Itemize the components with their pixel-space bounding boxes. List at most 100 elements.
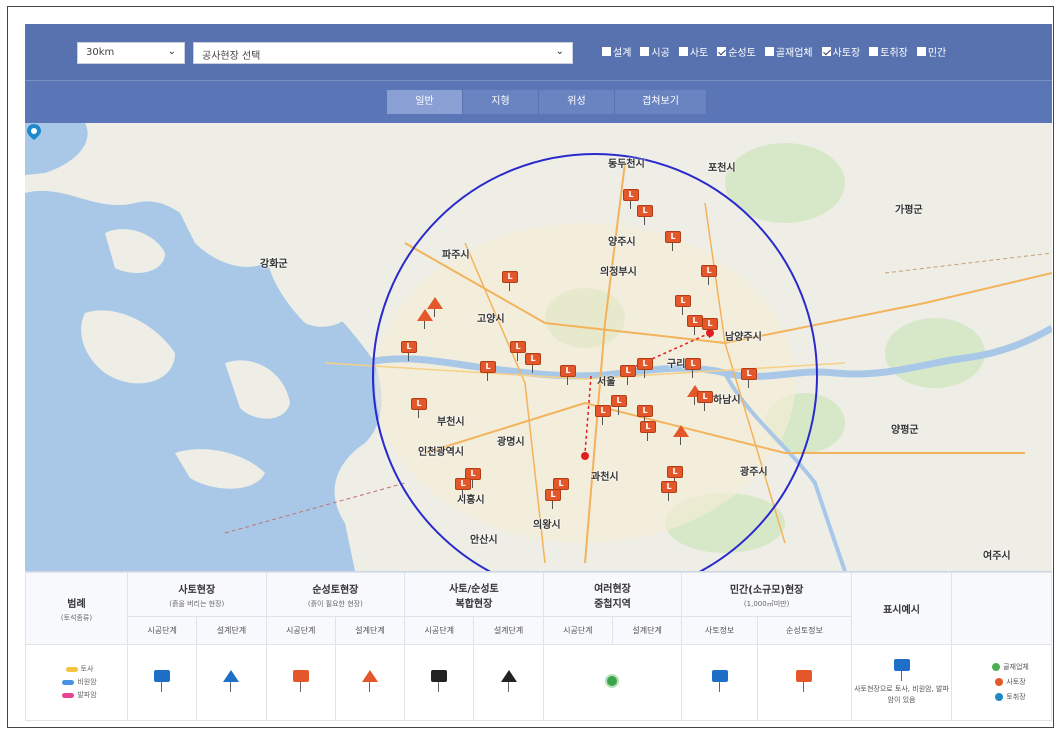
site-marker[interactable]	[673, 425, 689, 445]
site-marker[interactable]: L	[510, 341, 526, 361]
mixed-construction-icon	[431, 670, 448, 692]
soil-swatch-icon	[65, 666, 78, 672]
site-marker[interactable]: L	[637, 358, 653, 378]
fill-construction-icon	[292, 670, 309, 692]
map-view[interactable]: 동두천시 포천시 가평군 양주시 의정부시 파주시 강화군 고양시 남양주시 구…	[25, 123, 1052, 571]
filter-checkbox[interactable]: 민간	[916, 44, 946, 59]
filter-checkbox[interactable]: 순성토	[717, 44, 756, 59]
place-type-item: 사토장	[970, 675, 1051, 690]
center-label: 서울	[597, 377, 616, 388]
checkbox-icon[interactable]	[869, 47, 879, 56]
site-marker[interactable]: L	[741, 368, 757, 388]
site-marker[interactable]: L	[640, 421, 656, 441]
site-marker[interactable]: L	[595, 405, 611, 425]
site-select[interactable]: 공사현장 선택 ⌄	[193, 42, 573, 64]
site-marker[interactable]: L	[661, 481, 677, 501]
site-marker[interactable]: L	[545, 489, 561, 509]
site-marker[interactable]: L	[701, 265, 717, 285]
checkbox-icon[interactable]	[640, 47, 650, 56]
map-base	[25, 123, 1052, 571]
legend-phase-label: 시공단계	[126, 616, 198, 645]
dump-design-icon	[223, 670, 240, 692]
private-dump-icon	[711, 670, 728, 692]
tab-map-type[interactable]: 지형	[463, 90, 539, 114]
legend-group-title: 여러현장	[594, 583, 631, 595]
example-marker-icon	[893, 659, 910, 681]
checkbox-icon[interactable]	[916, 47, 926, 56]
mixed-design-icon	[500, 670, 517, 692]
place-type-label: 토취장	[1006, 693, 1026, 701]
example-text: 사토현장으로 토사, 비원암, 발파암이 있음	[854, 685, 949, 704]
map-type-tabs: 일반 지형 위성 겹쳐보기	[387, 90, 707, 114]
city-label: 하남시	[713, 395, 741, 406]
legend-phase-label: 순성토정보	[756, 616, 853, 645]
legend-phase-label: 설계단계	[196, 616, 267, 645]
city-label: 고양시	[477, 314, 505, 325]
site-marker[interactable]: L	[455, 478, 471, 498]
filter-checkbox[interactable]: 토취장	[869, 44, 908, 59]
site-marker[interactable]: L	[687, 315, 703, 335]
checkbox-icon[interactable]	[717, 47, 727, 56]
checkbox-icon[interactable]	[602, 47, 611, 56]
legend-group-sub: (1,000㎥미만)	[743, 599, 790, 608]
site-select-placeholder: 공사현장 선택	[202, 51, 261, 62]
center-pin-icon[interactable]	[25, 123, 43, 141]
site-marker[interactable]	[417, 309, 433, 329]
site-marker[interactable]: L	[480, 361, 496, 381]
city-label: 양평군	[891, 425, 919, 436]
checkbox-icon[interactable]	[764, 47, 774, 56]
tab-map-type[interactable]: 겹쳐보기	[615, 90, 707, 114]
site-marker[interactable]: L	[685, 358, 701, 378]
legend-group-sub: (흙이 필요한 현장)	[307, 599, 363, 608]
city-label: 여주시	[983, 551, 1011, 562]
city-label: 가평군	[895, 205, 923, 216]
window-frame: 30km ⌄ 공사현장 선택 ⌄ 설계 시공 사토 순성토 골재업체 사토장 토취장 민간 일…	[7, 6, 1054, 728]
site-marker[interactable]: L	[702, 318, 718, 338]
legend-phase-label: 시공단계	[404, 616, 475, 645]
site-marker[interactable]: L	[611, 395, 627, 415]
filter-checkbox[interactable]: 사토	[678, 44, 708, 59]
city-label: 안산시	[470, 535, 498, 546]
site-marker[interactable]: L	[401, 341, 417, 361]
tab-map-type[interactable]: 일반	[387, 90, 463, 114]
legend-table: 범례 (토석종류) 사토현장 (흙을 버리는 현장) 순성토현장 (흙이 필요한 현…	[25, 572, 1052, 721]
site-marker[interactable]: L	[675, 295, 691, 315]
filter-label: 설계	[613, 48, 632, 59]
site-marker[interactable]: L	[502, 271, 518, 291]
place-marker-icon	[995, 678, 1004, 686]
chevron-down-icon: ⌄	[167, 46, 176, 57]
site-marker[interactable]: L	[411, 398, 427, 418]
legend-icon-cell	[265, 644, 336, 721]
site-marker[interactable]: L	[560, 365, 576, 385]
filter-checkboxes: 설계 시공 사토 순성토 골재업체 사토장 토취장 민간	[602, 44, 946, 59]
filter-checkbox[interactable]: 시공	[640, 44, 670, 59]
map-type-tabbar: 일반 지형 위성 겹쳐보기	[25, 80, 1052, 123]
site-marker[interactable]: L	[637, 205, 653, 225]
legend-icon-cell	[542, 644, 683, 721]
legend-icon-cell	[126, 644, 198, 721]
legend-icon-cell	[756, 644, 853, 721]
site-marker[interactable]: L	[697, 391, 713, 411]
legend-phase-label: 사토정보	[681, 616, 758, 645]
chevron-down-icon: ⌄	[555, 46, 564, 57]
soil-type-label: 발파암	[77, 691, 97, 699]
filter-checkbox[interactable]: 설계	[602, 44, 631, 59]
legend-phase-label: 설계단계	[611, 616, 683, 645]
checkbox-icon[interactable]	[821, 47, 831, 56]
checkbox-icon[interactable]	[678, 47, 688, 56]
legend-group-title: 사토/순성토	[449, 583, 499, 595]
city-label: 과천시	[591, 472, 619, 483]
place-type-label: 사토장	[1006, 678, 1026, 686]
tab-map-type[interactable]: 위성	[539, 90, 615, 114]
legend-group-sub: 복합현장	[455, 598, 493, 610]
city-label: 강화군	[260, 259, 288, 270]
site-marker[interactable]: L	[665, 231, 681, 251]
radius-select[interactable]: 30km ⌄	[77, 42, 185, 64]
city-label: 양주시	[608, 237, 636, 248]
site-marker[interactable]: L	[620, 365, 636, 385]
filter-checkbox[interactable]: 골재업체	[764, 44, 813, 59]
filter-checkbox[interactable]: 사토장	[821, 44, 860, 59]
place-marker-icon	[992, 663, 1001, 671]
place-type-label: 골재업체	[1003, 663, 1029, 671]
site-marker[interactable]: L	[525, 353, 541, 373]
